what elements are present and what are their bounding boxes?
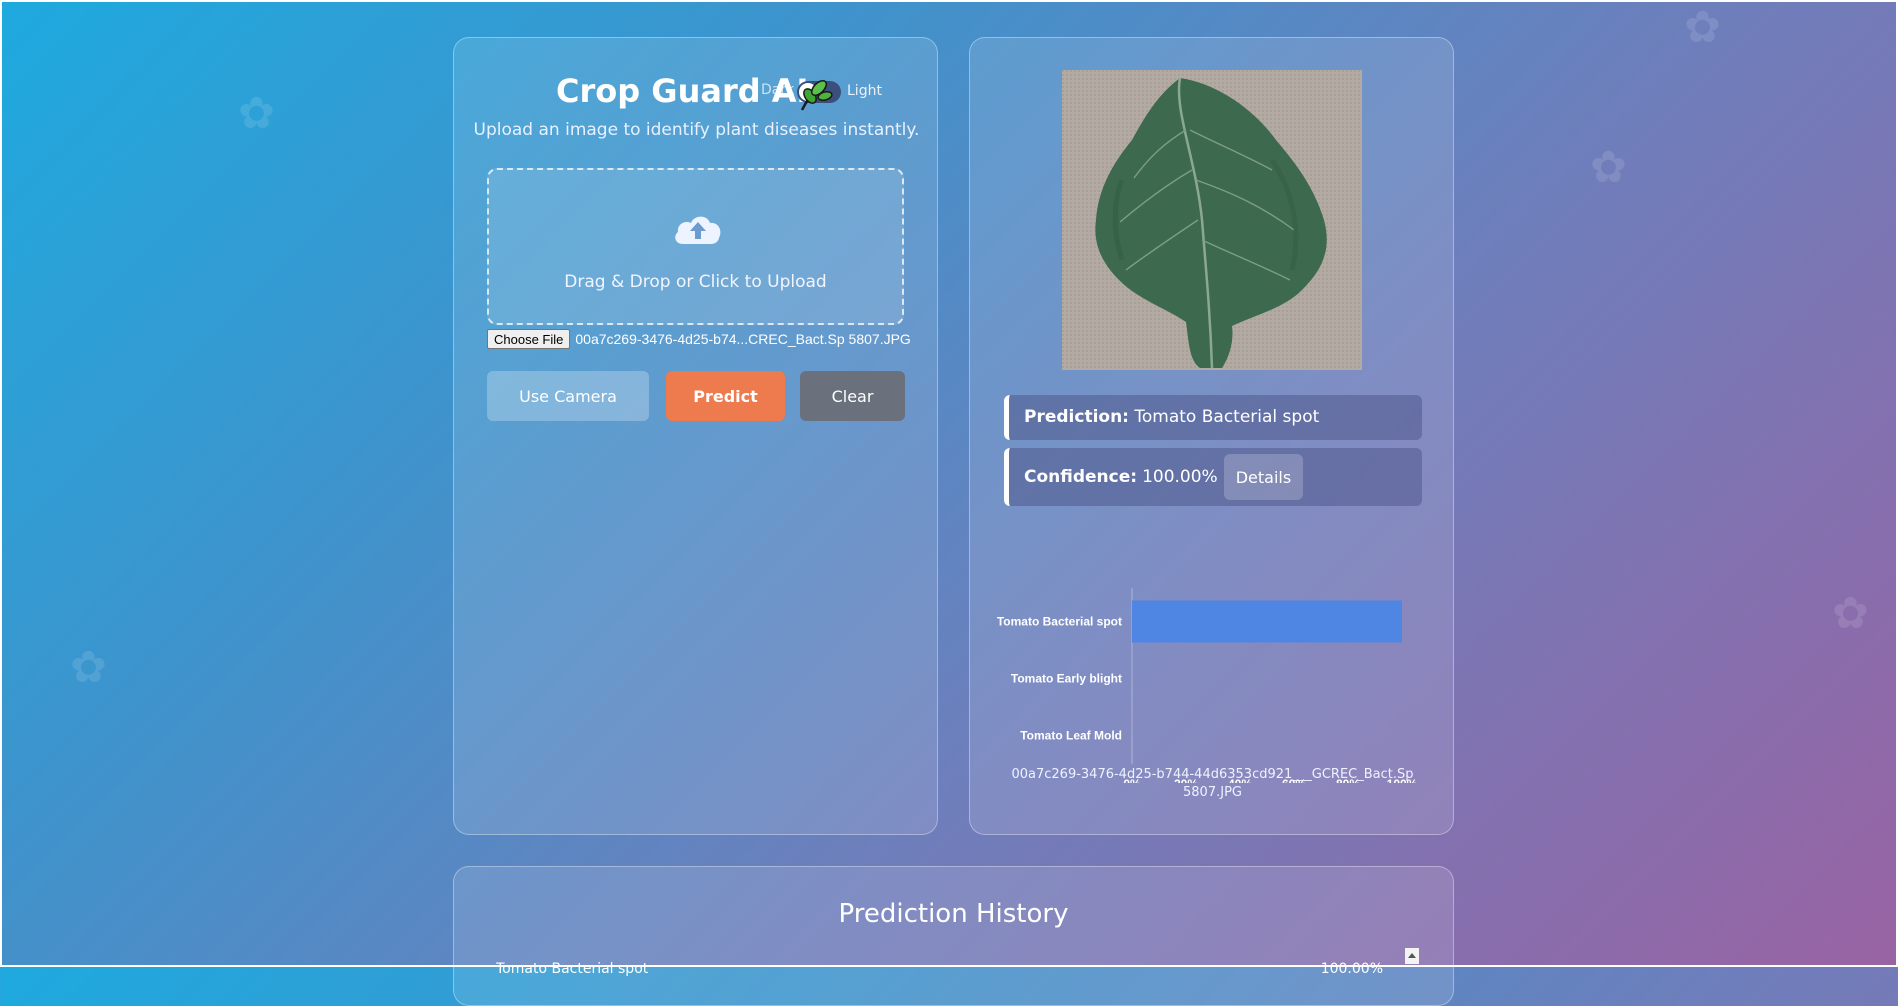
history-row-value: 100.00% [1320,961,1383,977]
theme-dark-label: Dark [761,82,795,98]
confidence-label: Confidence: [1024,467,1138,487]
confidence-box: Confidence: 100.00% Details [1004,448,1422,506]
background-leaf-icon: ✿ [1684,2,1721,53]
clear-button[interactable]: Clear [800,371,905,421]
confidence-bar-chart: Tomato Bacterial spot Tomato Early blight… [997,588,1418,783]
details-button[interactable]: Details [1223,454,1304,500]
upload-dropzone[interactable]: Drag & Drop or Click to Upload [487,168,904,325]
prediction-label: Prediction: [1024,407,1129,427]
theme-light-label: Light [847,83,882,99]
cloud-upload-icon [675,216,721,244]
selected-file-name: 00a7c269-3476-4d25-b74...CREC_Bact.Sp 58… [575,331,911,347]
scrollbar-up-arrow[interactable] [1405,948,1419,964]
background-leaf-icon: ✿ [70,642,107,693]
file-caption: 00a7c269-3476-4d25-b744-44d6353cd921___G… [1011,767,1414,800]
chart-category-label: Tomato Leaf Mold [1020,729,1122,743]
chart-category-label: Tomato Bacterial spot [997,615,1122,629]
app-subtitle: Upload an image to identify plant diseas… [473,120,920,140]
background-leaf-icon: ✿ [1590,142,1627,193]
dropzone-text: Drag & Drop or Click to Upload [564,272,827,292]
chart-category-label: Tomato Early blight [1011,672,1122,686]
leaf-logo-icon [800,79,833,111]
prediction-box: Prediction: Tomato Bacterial spot [1004,395,1422,440]
background-leaf-icon: ✿ [1832,588,1869,639]
background-leaf-icon: ✿ [238,88,275,139]
uploaded-leaf-image [1062,70,1362,370]
history-row-label: Tomato Bacterial spot [496,961,649,977]
choose-file-button[interactable]: Choose File [487,329,571,349]
history-title: Prediction History [838,899,1069,929]
predict-button[interactable]: Predict [666,371,785,421]
file-input[interactable]: Choose File 00a7c269-3476-4d25-b74...CRE… [487,328,911,350]
confidence-value: 100.00% [1142,467,1218,487]
history-card: Prediction History Tomato Bacterial spot… [453,866,1454,1006]
use-camera-button[interactable]: Use Camera [487,371,649,421]
chart-bar [1132,600,1402,643]
prediction-value: Tomato Bacterial spot [1134,407,1320,427]
upload-card: Crop Guard AI Dark Light Upload an image… [453,37,938,835]
result-card: Prediction: Tomato Bacterial spot Confid… [969,37,1454,835]
